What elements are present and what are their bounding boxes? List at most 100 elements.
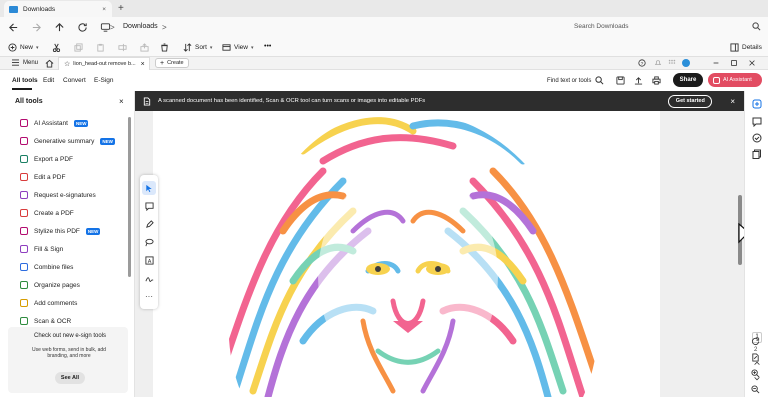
document-tab[interactable]: ☆ lion_head-out remove b... × xyxy=(58,57,150,70)
comment-tool-button[interactable] xyxy=(142,199,156,213)
view-button[interactable]: View xyxy=(234,44,248,51)
help-icon[interactable]: ? xyxy=(638,59,646,67)
text-tool-button[interactable]: A xyxy=(142,253,156,267)
explorer-tab-title: Downloads xyxy=(23,5,56,13)
more-options-button[interactable]: ••• xyxy=(264,43,271,50)
explorer-search-input[interactable]: Search Downloads xyxy=(574,23,629,30)
stylize-pdf-icon xyxy=(20,227,28,235)
upload-icon[interactable] xyxy=(634,76,643,85)
apps-icon[interactable] xyxy=(668,59,676,67)
close-banner-icon[interactable]: × xyxy=(730,97,735,106)
close-tab-icon[interactable]: × xyxy=(102,6,106,13)
forward-arrow-icon[interactable] xyxy=(31,22,42,33)
share-button[interactable]: Share xyxy=(673,73,703,87)
rename-icon[interactable] xyxy=(118,43,127,52)
save-icon[interactable] xyxy=(616,76,625,85)
details-button[interactable]: Details xyxy=(742,44,762,51)
new-tab-button[interactable]: + xyxy=(118,3,124,14)
ai-assistant-label: AI Assistant xyxy=(723,77,752,83)
panel-title: All tools xyxy=(15,98,43,105)
sort-button[interactable]: Sort xyxy=(195,44,207,51)
tool-item-combine-files[interactable]: Combine files xyxy=(0,258,128,276)
document-viewer[interactable]: A ··· xyxy=(135,111,754,397)
sort-icon xyxy=(183,43,192,52)
more-tools-button[interactable]: ··· xyxy=(142,289,156,303)
star-icon[interactable]: ☆ xyxy=(64,60,70,68)
tool-item-generative-summary[interactable]: Generative summary NEW xyxy=(0,132,128,150)
tool-label: Edit a PDF xyxy=(34,173,66,181)
pages-rail-icon[interactable] xyxy=(752,149,762,159)
copy-icon[interactable] xyxy=(74,43,83,52)
breadcrumb-chevron[interactable]: > xyxy=(162,23,167,32)
fit-page-icon[interactable] xyxy=(751,353,760,362)
tool-item-create-a-pdf[interactable]: Create a PDF xyxy=(0,204,128,222)
lion-head-image xyxy=(153,111,660,397)
pencil-icon xyxy=(145,219,154,229)
close-panel-icon[interactable]: × xyxy=(119,97,124,106)
details-icon xyxy=(730,43,739,52)
promo-text: Use web forms, send in bulk, add brandin… xyxy=(32,347,106,359)
minimize-icon[interactable] xyxy=(712,59,720,67)
maximize-icon[interactable] xyxy=(730,59,738,67)
paste-icon[interactable] xyxy=(96,43,105,52)
document-info-icon xyxy=(143,96,151,106)
acrobat-menu-bar: All tools Edit Convert E-Sign Find text … xyxy=(0,70,768,91)
breadcrumb-separator: > xyxy=(110,23,115,32)
ai-assistant-rail-icon[interactable] xyxy=(752,99,762,109)
close-tab-icon[interactable]: × xyxy=(141,61,145,68)
back-arrow-icon[interactable] xyxy=(8,22,19,33)
tab-convert[interactable]: Convert xyxy=(63,77,86,84)
zoom-in-icon[interactable] xyxy=(751,369,760,378)
sign-tool-button[interactable] xyxy=(142,271,156,285)
all-tools-panel: All tools × AI Assistant NEW Generative su… xyxy=(0,91,135,397)
tool-item-ai-assistant[interactable]: AI Assistant NEW xyxy=(0,114,128,132)
cut-icon[interactable] xyxy=(52,43,61,52)
see-all-button[interactable]: See All xyxy=(55,372,85,384)
comment-icon xyxy=(144,201,154,211)
share-icon[interactable] xyxy=(140,43,149,52)
menu-button[interactable]: Menu xyxy=(12,59,38,66)
fill-sign-icon xyxy=(20,245,28,253)
close-window-icon[interactable] xyxy=(748,59,756,67)
home-icon[interactable] xyxy=(45,59,54,68)
select-tool-button[interactable] xyxy=(142,181,156,195)
explorer-tab-downloads[interactable]: Downloads × xyxy=(4,1,112,17)
new-badge: NEW xyxy=(85,227,101,235)
avatar[interactable] xyxy=(682,59,690,67)
tool-label: Create a PDF xyxy=(34,209,74,217)
refresh-icon[interactable] xyxy=(77,22,88,33)
up-arrow-icon[interactable] xyxy=(54,22,65,33)
notifications-icon[interactable] xyxy=(654,59,662,67)
tool-item-edit-a-pdf[interactable]: Edit a PDF xyxy=(0,168,128,186)
tool-item-add-comments[interactable]: Add comments xyxy=(0,294,128,312)
ai-assistant-button[interactable]: AI Assistant xyxy=(708,73,762,87)
create-button[interactable]: + Create xyxy=(155,58,189,68)
breadcrumb-downloads[interactable]: Downloads xyxy=(123,23,158,30)
tool-item-request-e-signatures[interactable]: Request e-signatures xyxy=(0,186,128,204)
tool-item-fill-sign[interactable]: Fill & Sign xyxy=(0,240,128,258)
tool-item-stylize-this-pdf[interactable]: Stylize this PDF NEW xyxy=(0,222,128,240)
tool-item-organize-pages[interactable]: Organize pages xyxy=(0,276,128,294)
find-label: Find text or tools xyxy=(547,77,592,84)
tab-e-sign[interactable]: E-Sign xyxy=(94,77,114,84)
get-started-button[interactable]: Get started xyxy=(668,94,713,108)
acrobat-title-bar: Menu ☆ lion_head-out remove b... × + Cre… xyxy=(0,57,768,70)
pdf-page[interactable] xyxy=(153,111,660,397)
combine-files-icon xyxy=(20,263,28,271)
tab-edit[interactable]: Edit xyxy=(43,77,54,84)
new-button[interactable]: New xyxy=(20,44,33,51)
zoom-out-icon[interactable] xyxy=(751,385,760,394)
delete-icon[interactable] xyxy=(160,43,169,52)
tool-label: Generative summary xyxy=(34,137,95,145)
get-started-label: Get started xyxy=(675,98,705,104)
find-text-or-tools[interactable]: Find text or tools xyxy=(547,76,604,85)
tool-item-export-a-pdf[interactable]: Export a PDF xyxy=(0,150,128,168)
rotate-icon[interactable] xyxy=(751,337,760,346)
lasso-tool-button[interactable] xyxy=(142,235,156,249)
comments-rail-icon[interactable] xyxy=(752,117,762,127)
draw-tool-button[interactable] xyxy=(142,217,156,231)
print-icon[interactable] xyxy=(652,76,661,85)
panel-scrollbar[interactable] xyxy=(128,117,131,277)
tab-all-tools[interactable]: All tools xyxy=(12,77,38,84)
review-rail-icon[interactable] xyxy=(752,133,762,143)
